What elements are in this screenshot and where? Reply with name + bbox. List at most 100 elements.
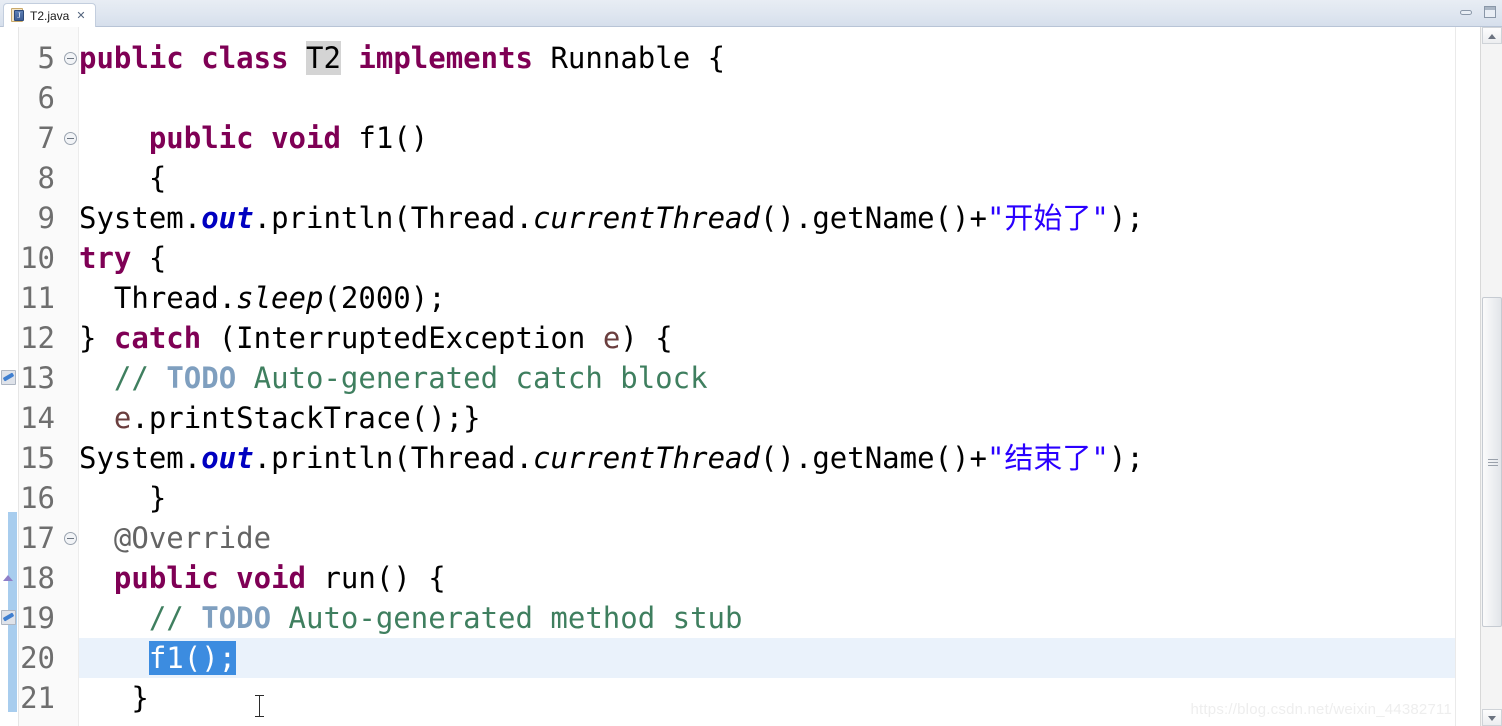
- code-token: Auto-generated catch block: [236, 361, 708, 395]
- maximize-icon[interactable]: [1482, 4, 1498, 20]
- line-number: 14: [20, 401, 55, 435]
- code-token: "开始了": [986, 201, 1109, 235]
- line-number: 12: [20, 321, 55, 355]
- line-number: 11: [20, 281, 55, 315]
- scroll-up-arrow-icon[interactable]: [1482, 27, 1502, 44]
- line-number: 15: [20, 441, 55, 475]
- code-token: void: [236, 561, 306, 595]
- code-token: ().getName()+: [759, 201, 987, 235]
- code-line[interactable]: // TODO Auto-generated catch block: [79, 358, 1455, 398]
- line-number: 10: [20, 241, 55, 275]
- code-token: void: [271, 121, 341, 155]
- line-number-gutter: 5 6 7 8 9 10 11 12 13 14 15 16 17 18 19 20 21: [19, 27, 63, 726]
- code-line[interactable]: @Override: [79, 518, 1455, 558]
- code-token: TODO: [201, 601, 272, 635]
- code-token: {: [131, 241, 167, 275]
- code-token: e: [602, 321, 621, 355]
- code-token: );: [1108, 441, 1144, 475]
- code-editor[interactable]: 5 6 7 8 9 10 11 12 13 14 15 16 17 18 19 20 21 public cla…: [0, 27, 1502, 726]
- code-token: try: [79, 241, 132, 275]
- code-line[interactable]: public void f1(): [79, 118, 1455, 158]
- code-token: {: [79, 161, 167, 195]
- scroll-down-arrow-icon[interactable]: [1482, 709, 1502, 726]
- code-token: f1(): [340, 121, 429, 155]
- line-number: 9: [37, 201, 55, 235]
- java-file-icon: J: [10, 8, 25, 23]
- folding-column[interactable]: [63, 27, 79, 726]
- code-token: System.: [79, 441, 202, 475]
- code-token: implements: [358, 41, 534, 75]
- code-token: TODO: [166, 361, 237, 395]
- code-line[interactable]: Thread.sleep(2000);: [79, 278, 1455, 318]
- tab-label: T2.java: [30, 8, 70, 23]
- code-token: //: [79, 601, 202, 635]
- overview-ruler[interactable]: [1455, 27, 1480, 726]
- code-text-area[interactable]: public class T2 implements Runnable { pu…: [79, 27, 1455, 726]
- code-token: sleep: [236, 281, 324, 315]
- code-token: (2000);: [323, 281, 446, 315]
- line-number: 6: [37, 81, 55, 115]
- vertical-scrollbar[interactable]: [1480, 27, 1502, 726]
- line-number: 18: [20, 561, 55, 595]
- code-line[interactable]: public void run() {: [79, 558, 1455, 598]
- code-token: class: [201, 41, 289, 75]
- code-token: ) {: [620, 321, 673, 355]
- code-token: );: [1108, 201, 1144, 235]
- line-number: 21: [20, 681, 55, 715]
- code-token: //: [79, 361, 167, 395]
- code-token: Thread.: [79, 281, 237, 315]
- code-line[interactable]: try {: [79, 238, 1455, 278]
- line-number: 16: [20, 481, 55, 515]
- code-token: }: [79, 681, 149, 715]
- code-line[interactable]: [79, 78, 1455, 118]
- code-line[interactable]: }: [79, 478, 1455, 518]
- code-token: Auto-generated method stub: [271, 601, 743, 635]
- close-icon[interactable]: ✕: [76, 10, 85, 21]
- code-line[interactable]: {: [79, 158, 1455, 198]
- eclipse-editor-window: J T2.java ✕ 5 6 7 8 9 10 11 12 13 14 15 16 17 18 19 20 2…: [0, 0, 1502, 726]
- java-icon-letter: J: [14, 10, 24, 21]
- code-token: public: [148, 121, 254, 155]
- code-token: out: [201, 201, 254, 235]
- code-token: currentThread: [532, 441, 760, 475]
- fold-collapse-icon[interactable]: [64, 52, 77, 65]
- line-number: 7: [37, 121, 55, 155]
- scroll-thumb[interactable]: [1482, 297, 1502, 627]
- code-line[interactable]: System.out.println(Thread.currentThread(…: [79, 438, 1455, 478]
- code-line[interactable]: f1();: [79, 638, 1455, 678]
- code-token: System.: [79, 201, 202, 235]
- code-line[interactable]: System.out.println(Thread.currentThread(…: [79, 198, 1455, 238]
- code-token: (InterruptedException: [201, 321, 603, 355]
- code-line[interactable]: e.printStackTrace();}: [79, 398, 1455, 438]
- code-token: public: [79, 41, 184, 75]
- code-token: .println(Thread.: [253, 441, 533, 475]
- code-line[interactable]: // TODO Auto-generated method stub: [79, 598, 1455, 638]
- code-token: .printStackTrace();}: [131, 401, 481, 435]
- code-token: public: [113, 561, 219, 595]
- annotation-ruler[interactable]: [0, 27, 19, 726]
- task-marker-icon[interactable]: [1, 370, 16, 385]
- override-marker-icon[interactable]: [3, 574, 14, 582]
- code-line[interactable]: } catch (InterruptedException e) {: [79, 318, 1455, 358]
- fold-collapse-icon[interactable]: [64, 132, 77, 145]
- task-marker-icon[interactable]: [1, 610, 16, 625]
- code-token: }: [79, 481, 167, 515]
- minimize-icon[interactable]: [1458, 4, 1474, 20]
- code-line[interactable]: public class T2 implements Runnable {: [79, 38, 1455, 78]
- tab-t2-java[interactable]: J T2.java ✕: [3, 3, 96, 27]
- line-number: 5: [37, 41, 55, 75]
- fold-collapse-icon[interactable]: [64, 532, 77, 545]
- line-number: 20: [20, 641, 55, 675]
- code-token: }: [79, 321, 114, 355]
- code-token: f1();: [148, 641, 237, 675]
- text-cursor-icon: [255, 695, 264, 717]
- code-token: @Override: [79, 521, 272, 555]
- line-number: 8: [37, 161, 55, 195]
